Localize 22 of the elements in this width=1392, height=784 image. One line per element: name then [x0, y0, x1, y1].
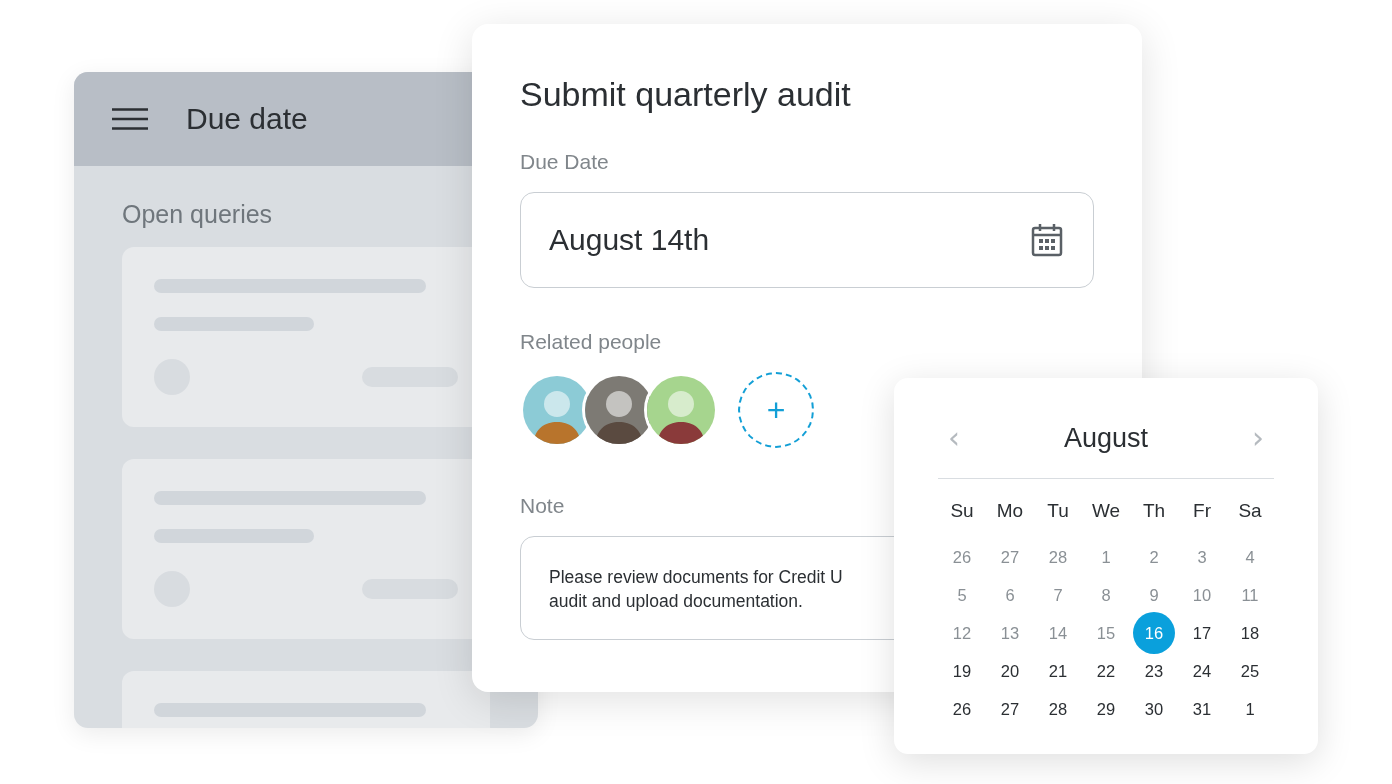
- weekday-label: Sa: [1237, 499, 1263, 523]
- calendar-icon[interactable]: [1031, 223, 1063, 257]
- calendar-day[interactable]: 16: [1133, 612, 1175, 654]
- avatar[interactable]: [644, 373, 718, 447]
- previous-month-button[interactable]: ‹: [948, 423, 960, 453]
- field-label: Note: [520, 493, 565, 519]
- section-title: Open queries: [122, 200, 274, 229]
- field-label: Due Date: [520, 149, 609, 175]
- weekday-label: Su: [949, 499, 975, 523]
- month-title: August: [1063, 422, 1149, 454]
- weekday-label: We: [1090, 499, 1122, 523]
- panel-title: Due date: [186, 102, 308, 136]
- field-label: Related people: [520, 329, 662, 355]
- menu-icon[interactable]: [112, 108, 148, 130]
- dialog-title: Submit quarterly audit: [520, 74, 852, 115]
- weekday-label: Fr: [1192, 499, 1212, 523]
- add-person-button[interactable]: +: [738, 372, 814, 448]
- weekday-label: Tu: [1046, 499, 1070, 523]
- date-field[interactable]: August 14th: [520, 192, 1094, 288]
- next-month-button[interactable]: ›: [1252, 423, 1264, 453]
- weekday-label: Mo: [995, 499, 1025, 523]
- weekday-label: Th: [1141, 499, 1167, 523]
